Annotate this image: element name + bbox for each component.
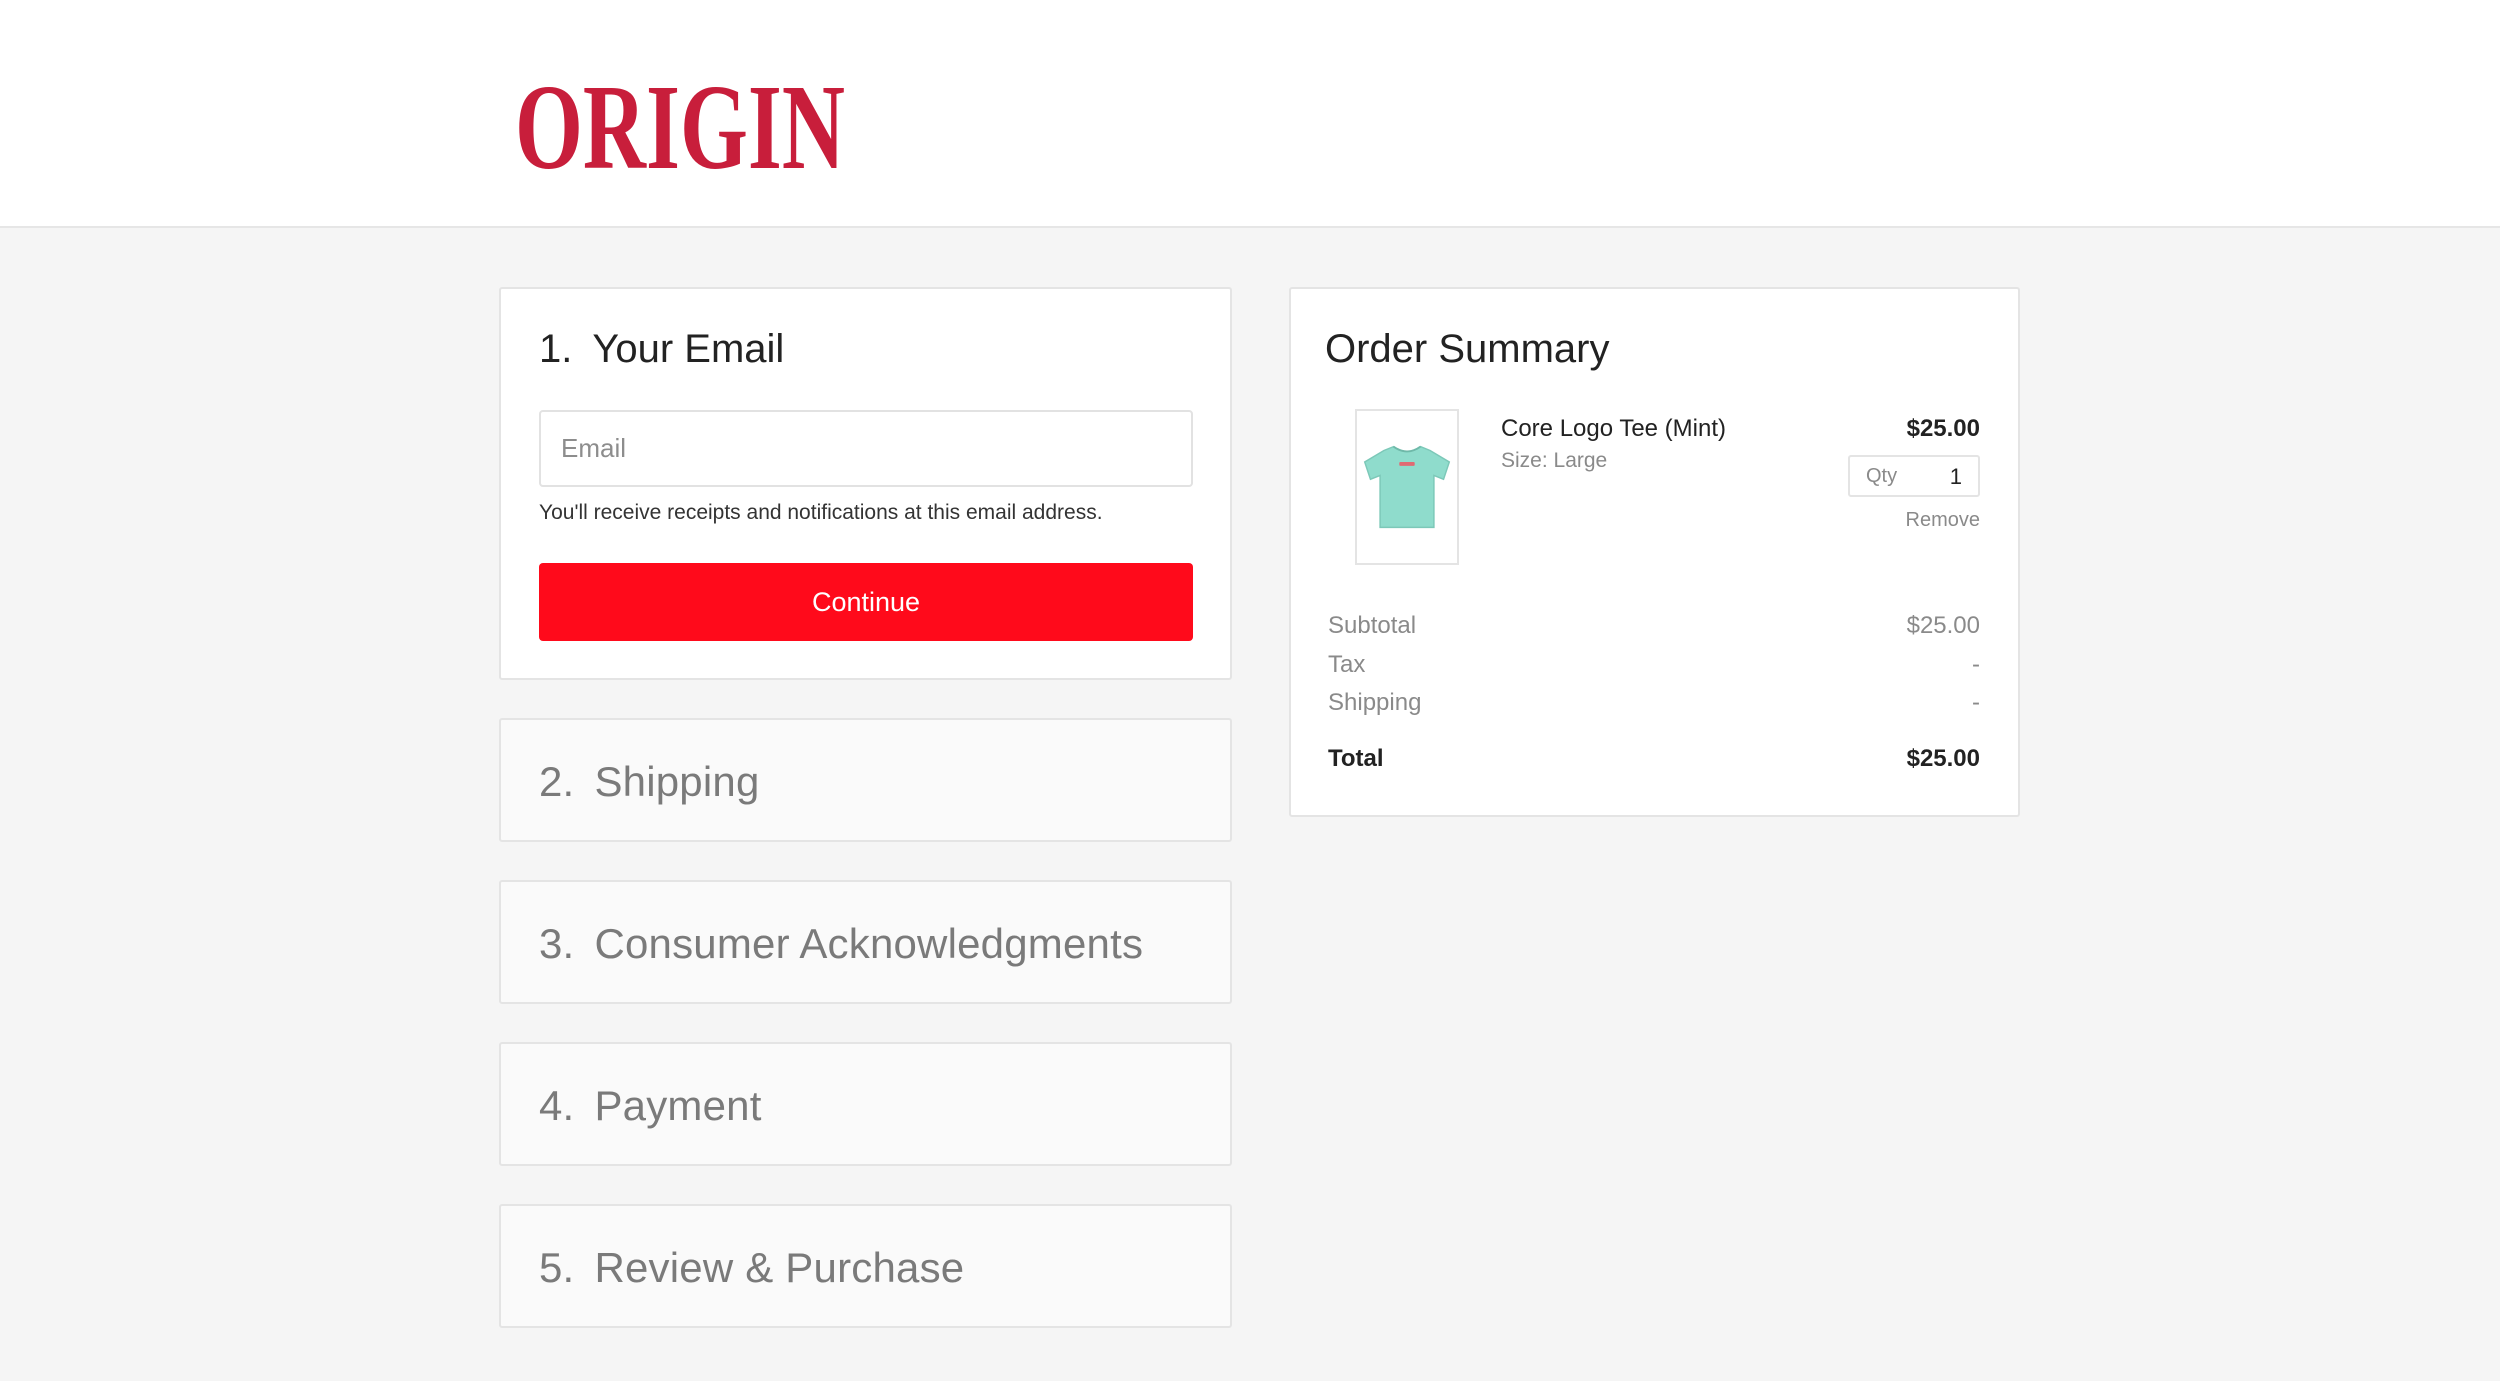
step-payment-title: 4. Payment bbox=[539, 1082, 762, 1130]
tax-label: Tax bbox=[1328, 651, 1366, 678]
subtotal-value: $25.00 bbox=[1906, 612, 1980, 639]
step-payment[interactable]: 4. Payment bbox=[499, 1042, 1232, 1166]
origin-logo[interactable]: ORIGIN bbox=[512, 50, 848, 180]
subtotal-label: Subtotal bbox=[1328, 612, 1417, 639]
step-consumer-acknowledgments-title: 3. Consumer Acknowledgments bbox=[539, 920, 1143, 968]
item-name[interactable]: Core Logo Tee (Mint) bbox=[1501, 415, 1726, 443]
qty-label: Qty bbox=[1866, 465, 1898, 487]
step-label: Shipping bbox=[594, 758, 760, 805]
shipping-value: - bbox=[1972, 689, 1980, 716]
total-label: Total bbox=[1328, 745, 1384, 772]
logo-graphic: ORIGIN bbox=[515, 60, 845, 180]
remove-item-link[interactable]: Remove bbox=[1906, 509, 1980, 532]
step-number: 4. bbox=[539, 1082, 575, 1129]
item-size: Size: Large bbox=[1501, 449, 1608, 472]
qty-value: 1 bbox=[1949, 464, 1962, 489]
step-number: 2. bbox=[539, 758, 575, 805]
shipping-label: Shipping bbox=[1328, 689, 1422, 716]
step-label: Review & Purchase bbox=[594, 1244, 965, 1291]
step-label: Your Email bbox=[592, 327, 785, 371]
order-summary-card: Order Summary Core Logo Tee (Mint) Size:… bbox=[1289, 287, 2020, 817]
step-shipping[interactable]: 2. Shipping bbox=[499, 718, 1232, 842]
order-summary-title: Order Summary bbox=[1325, 327, 1610, 371]
site-header: ORIGIN bbox=[0, 0, 2500, 228]
email-step-card: 1. Your Email You'll receive receipts and… bbox=[499, 287, 1232, 680]
step-shipping-title: 2. Shipping bbox=[539, 758, 760, 806]
t-shirt-icon bbox=[1363, 445, 1451, 529]
logo-wordmark: ORIGIN bbox=[515, 60, 845, 180]
quantity-field[interactable]: Qty 1 bbox=[1848, 455, 1980, 497]
step-review-purchase-title: 5. Review & Purchase bbox=[539, 1244, 964, 1292]
step-number: 3. bbox=[539, 920, 575, 967]
step-consumer-acknowledgments[interactable]: 3. Consumer Acknowledgments bbox=[499, 880, 1232, 1004]
email-step-title: 1. Your Email bbox=[539, 327, 784, 372]
step-number: 5. bbox=[539, 1244, 575, 1291]
step-label: Consumer Acknowledgments bbox=[594, 920, 1144, 967]
product-thumbnail bbox=[1355, 409, 1459, 565]
step-label: Payment bbox=[594, 1082, 762, 1129]
step-review-purchase[interactable]: 5. Review & Purchase bbox=[499, 1204, 1232, 1328]
email-input[interactable] bbox=[539, 410, 1193, 487]
item-price: $25.00 bbox=[1906, 415, 1980, 442]
continue-button[interactable]: Continue bbox=[539, 563, 1193, 641]
tax-value: - bbox=[1972, 651, 1980, 678]
step-number: 1. bbox=[539, 327, 573, 371]
total-value: $25.00 bbox=[1906, 745, 1980, 772]
email-hint: You'll receive receipts and notification… bbox=[539, 501, 1103, 524]
